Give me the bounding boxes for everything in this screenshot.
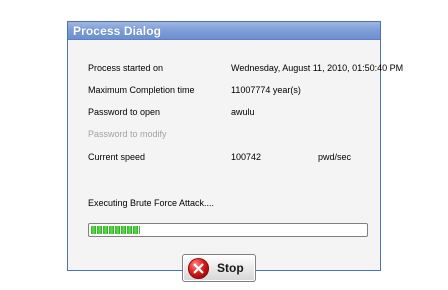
- progress-bar: [88, 223, 368, 237]
- row-value: Wednesday, August 11, 2010, 01:50:40 PM: [231, 63, 404, 73]
- row-value: 100742: [231, 152, 262, 162]
- progress-fill: [91, 226, 140, 234]
- title-bar: Process Dialog: [68, 22, 380, 40]
- row-label: Process started on: [88, 63, 164, 73]
- row-value: awulu: [231, 107, 255, 117]
- row-max-completion: Maximum Completion time 11007774 year(s): [88, 85, 368, 99]
- status-text: Executing Brute Force Attack....: [88, 198, 215, 208]
- row-password-open: Password to open awulu: [88, 107, 368, 121]
- window-title: Process Dialog: [73, 24, 162, 38]
- process-dialog-window: Process Dialog Process started on Wednes…: [67, 21, 403, 282]
- red-x-circle-icon: [187, 257, 210, 280]
- row-unit: pwd/sec: [318, 152, 352, 162]
- row-password-modify: Password to modify: [88, 129, 368, 143]
- row-label: Current speed: [88, 152, 146, 162]
- row-current-speed: Current speed 100742 pwd/sec: [88, 152, 368, 166]
- stop-button[interactable]: Stop: [182, 254, 256, 282]
- dialog-content: Process started on Wednesday, August 11,…: [68, 40, 403, 282]
- row-process-started: Process started on Wednesday, August 11,…: [88, 63, 403, 77]
- row-label: Password to modify: [88, 129, 167, 139]
- row-label: Maximum Completion time: [88, 85, 195, 95]
- row-label: Password to open: [88, 107, 161, 117]
- stop-button-label: Stop: [217, 261, 244, 275]
- row-value: 11007774 year(s): [231, 85, 301, 95]
